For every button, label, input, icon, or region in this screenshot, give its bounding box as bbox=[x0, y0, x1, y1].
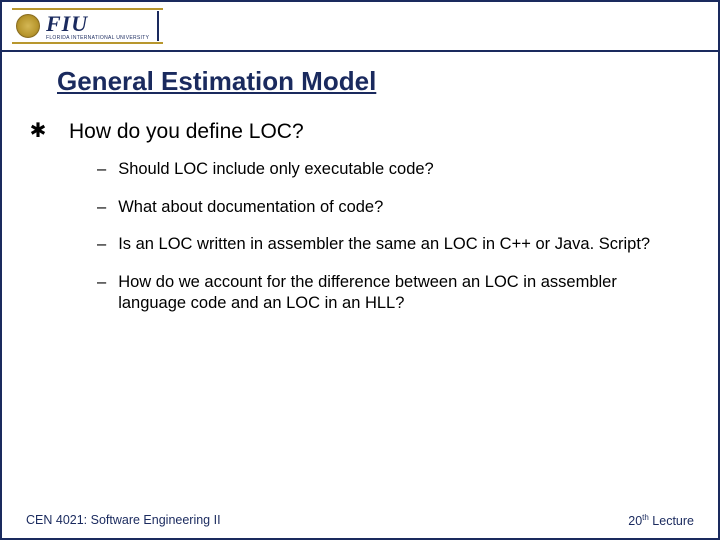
sub-item-text: What about documentation of code? bbox=[118, 197, 383, 218]
slide-title: General Estimation Model bbox=[57, 66, 688, 97]
logo-block: FIU FLORIDA INTERNATIONAL UNIVERSITY bbox=[46, 11, 159, 41]
lecture-number: 20 bbox=[628, 514, 642, 528]
logo-text: FIU bbox=[46, 11, 149, 37]
list-item: – What about documentation of code? bbox=[97, 197, 688, 218]
main-question: How do you define LOC? bbox=[69, 119, 304, 145]
main-bullet: ✱ How do you define LOC? bbox=[29, 119, 688, 145]
header-bar: FIU FLORIDA INTERNATIONAL UNIVERSITY bbox=[2, 2, 718, 52]
list-item: – Is an LOC written in assembler the sam… bbox=[97, 234, 688, 255]
slide-content: General Estimation Model ✱ How do you de… bbox=[2, 52, 718, 314]
logo-subtext: FLORIDA INTERNATIONAL UNIVERSITY bbox=[46, 35, 149, 41]
sub-bullet-list: – Should LOC include only executable cod… bbox=[97, 159, 688, 314]
list-item: – Should LOC include only executable cod… bbox=[97, 159, 688, 180]
list-item: – How do we account for the difference b… bbox=[97, 272, 688, 315]
dash-bullet-icon: – bbox=[97, 197, 106, 218]
lecture-word: Lecture bbox=[649, 514, 694, 528]
sub-item-text: Is an LOC written in assembler the same … bbox=[118, 234, 650, 255]
dash-bullet-icon: – bbox=[97, 272, 106, 315]
asterisk-bullet-icon: ✱ bbox=[29, 119, 47, 143]
dash-bullet-icon: – bbox=[97, 234, 106, 255]
footer-right: 20th Lecture bbox=[628, 513, 694, 528]
sub-item-text: How do we account for the difference bet… bbox=[118, 272, 688, 315]
footer-left: CEN 4021: Software Engineering II bbox=[26, 513, 221, 528]
university-seal-icon bbox=[16, 14, 40, 38]
slide-footer: CEN 4021: Software Engineering II 20th L… bbox=[26, 513, 694, 528]
ordinal-suffix: th bbox=[642, 513, 649, 522]
logo-area: FIU FLORIDA INTERNATIONAL UNIVERSITY bbox=[12, 8, 163, 44]
sub-item-text: Should LOC include only executable code? bbox=[118, 159, 434, 180]
dash-bullet-icon: – bbox=[97, 159, 106, 180]
